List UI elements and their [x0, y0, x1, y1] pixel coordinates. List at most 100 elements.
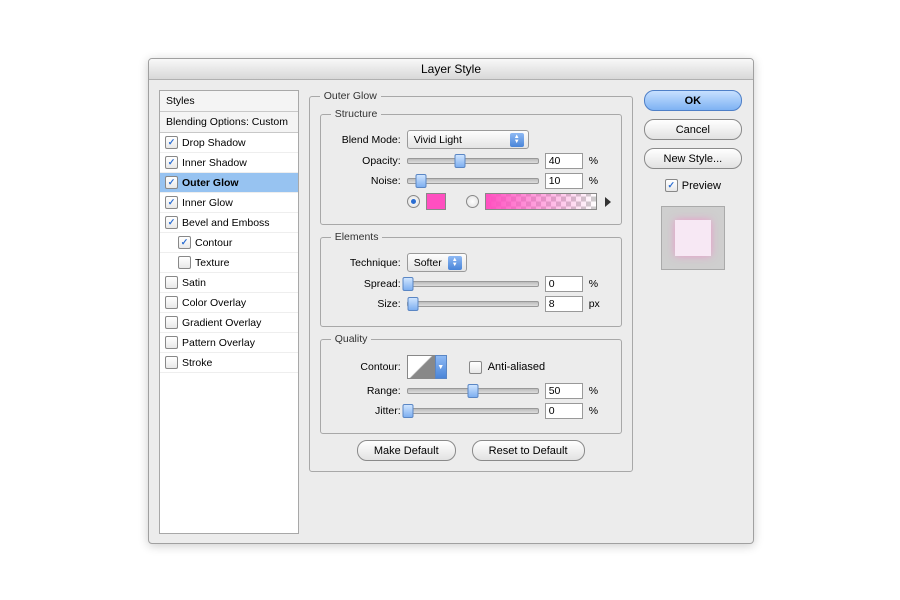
sidebar-item-satin[interactable]: Satin: [160, 273, 298, 293]
checkbox-icon[interactable]: [165, 136, 178, 149]
checkbox-icon[interactable]: [178, 236, 191, 249]
slider-thumb-icon[interactable]: [402, 404, 413, 418]
sidebar-item-inner-glow[interactable]: Inner Glow: [160, 193, 298, 213]
percent-unit: %: [589, 175, 598, 187]
checkbox-icon[interactable]: [165, 156, 178, 169]
checkbox-icon[interactable]: [165, 296, 178, 309]
sidebar-heading-styles[interactable]: Styles: [160, 91, 298, 112]
range-slider[interactable]: [407, 388, 539, 394]
layer-style-dialog: Layer Style Styles Blending Options: Cus…: [148, 58, 754, 544]
percent-unit: %: [589, 405, 598, 417]
sidebar-item-label: Drop Shadow: [182, 137, 246, 149]
technique-label: Technique:: [331, 257, 401, 269]
checkbox-icon[interactable]: [165, 316, 178, 329]
preview-cube-icon: [675, 220, 711, 256]
elements-group: Elements Technique: Softer ▲▼ Spread:: [320, 231, 622, 327]
slider-thumb-icon[interactable]: [454, 154, 465, 168]
reset-default-button[interactable]: Reset to Default: [472, 440, 585, 461]
preview-checkbox[interactable]: [665, 179, 678, 192]
noise-slider[interactable]: [407, 178, 539, 184]
sidebar-item-gradient-overlay[interactable]: Gradient Overlay: [160, 313, 298, 333]
sidebar-item-label: Gradient Overlay: [182, 317, 261, 329]
jitter-field[interactable]: 0: [545, 403, 583, 419]
cancel-button[interactable]: Cancel: [644, 119, 742, 140]
right-column: OK Cancel New Style... Preview: [643, 90, 743, 534]
spread-slider[interactable]: [407, 281, 539, 287]
checkbox-icon[interactable]: [165, 216, 178, 229]
sidebar-item-bevel-emboss[interactable]: Bevel and Emboss: [160, 213, 298, 233]
sidebar-item-label: Inner Shadow: [182, 157, 247, 169]
size-label: Size:: [331, 298, 401, 310]
sidebar-item-label: Stroke: [182, 357, 212, 369]
px-unit: px: [589, 298, 600, 310]
contour-swatch[interactable]: [407, 355, 435, 379]
sidebar-item-drop-shadow[interactable]: Drop Shadow: [160, 133, 298, 153]
sidebar-item-stroke[interactable]: Stroke: [160, 353, 298, 373]
sidebar-item-texture[interactable]: Texture: [160, 253, 298, 273]
checkbox-icon[interactable]: [165, 196, 178, 209]
structure-legend: Structure: [331, 108, 382, 120]
blend-mode-label: Blend Mode:: [331, 134, 401, 146]
blend-mode-value: Vivid Light: [414, 134, 462, 146]
quality-group: Quality Contour: ▼ Anti-aliased Range:: [320, 333, 622, 434]
new-style-button[interactable]: New Style...: [644, 148, 742, 169]
noise-label: Noise:: [331, 175, 401, 187]
sidebar-item-outer-glow[interactable]: Outer Glow: [160, 173, 298, 193]
checkbox-icon[interactable]: [165, 356, 178, 369]
dialog-content: Styles Blending Options: Custom Drop Sha…: [149, 80, 753, 544]
sidebar-item-label: Outer Glow: [182, 177, 239, 189]
styles-sidebar: Styles Blending Options: Custom Drop Sha…: [159, 90, 299, 534]
range-field[interactable]: 50: [545, 383, 583, 399]
checkbox-icon[interactable]: [165, 336, 178, 349]
sidebar-item-label: Color Overlay: [182, 297, 246, 309]
sidebar-item-label: Satin: [182, 277, 206, 289]
range-label: Range:: [331, 385, 401, 397]
slider-thumb-icon[interactable]: [407, 297, 418, 311]
structure-group: Structure Blend Mode: Vivid Light ▲▼ Opa…: [320, 108, 622, 225]
blend-mode-dropdown[interactable]: Vivid Light ▲▼: [407, 130, 529, 149]
sidebar-item-color-overlay[interactable]: Color Overlay: [160, 293, 298, 313]
percent-unit: %: [589, 155, 598, 167]
slider-thumb-icon[interactable]: [402, 277, 413, 291]
contour-dropdown-icon[interactable]: ▼: [435, 355, 447, 379]
gradient-swatch[interactable]: [485, 193, 597, 210]
make-default-button[interactable]: Make Default: [357, 440, 456, 461]
sidebar-item-label: Inner Glow: [182, 197, 233, 209]
color-swatch[interactable]: [426, 193, 446, 210]
sidebar-item-contour[interactable]: Contour: [160, 233, 298, 253]
jitter-label: Jitter:: [331, 405, 401, 417]
main-panel: Outer Glow Structure Blend Mode: Vivid L…: [309, 90, 633, 534]
antialiased-label: Anti-aliased: [488, 361, 545, 373]
slider-thumb-icon[interactable]: [467, 384, 478, 398]
checkbox-icon[interactable]: [165, 276, 178, 289]
solid-color-radio[interactable]: [407, 195, 420, 208]
opacity-slider[interactable]: [407, 158, 539, 164]
outer-glow-group: Outer Glow Structure Blend Mode: Vivid L…: [309, 90, 633, 472]
checkbox-icon[interactable]: [178, 256, 191, 269]
gradient-arrow-icon[interactable]: [605, 197, 611, 207]
jitter-slider[interactable]: [407, 408, 539, 414]
outer-glow-legend: Outer Glow: [320, 90, 381, 102]
ok-button[interactable]: OK: [644, 90, 742, 111]
spread-label: Spread:: [331, 278, 401, 290]
spread-field[interactable]: 0: [545, 276, 583, 292]
size-slider[interactable]: [407, 301, 539, 307]
sidebar-item-label: Bevel and Emboss: [182, 217, 270, 229]
slider-thumb-icon[interactable]: [415, 174, 426, 188]
preview-thumbnail: [661, 206, 725, 270]
contour-label: Contour:: [331, 361, 401, 373]
preview-label: Preview: [682, 180, 721, 192]
antialiased-checkbox[interactable]: [469, 361, 482, 374]
sidebar-item-inner-shadow[interactable]: Inner Shadow: [160, 153, 298, 173]
percent-unit: %: [589, 278, 598, 290]
sidebar-heading-blending[interactable]: Blending Options: Custom: [160, 112, 298, 133]
opacity-label: Opacity:: [331, 155, 401, 167]
size-field[interactable]: 8: [545, 296, 583, 312]
sidebar-item-label: Texture: [195, 257, 229, 269]
sidebar-item-pattern-overlay[interactable]: Pattern Overlay: [160, 333, 298, 353]
opacity-field[interactable]: 40: [545, 153, 583, 169]
noise-field[interactable]: 10: [545, 173, 583, 189]
technique-dropdown[interactable]: Softer ▲▼: [407, 253, 467, 272]
checkbox-icon[interactable]: [165, 176, 178, 189]
gradient-color-radio[interactable]: [466, 195, 479, 208]
